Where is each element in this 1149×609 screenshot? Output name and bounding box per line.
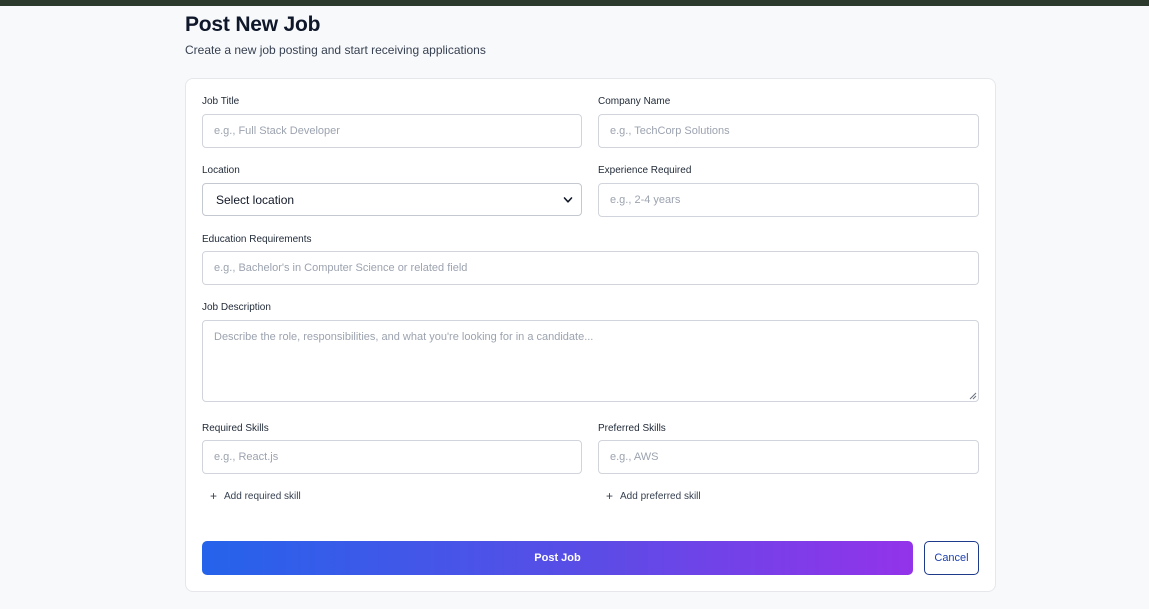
preferred-skills-label: Preferred Skills: [598, 423, 666, 434]
required-skill-input[interactable]: [202, 440, 582, 474]
cancel-button[interactable]: Cancel: [924, 541, 979, 575]
job-title-label: Job Title: [202, 96, 240, 107]
location-label: Location: [202, 165, 240, 176]
resize-handle-icon[interactable]: [969, 392, 977, 400]
chevron-down-icon: [563, 196, 573, 203]
job-title-input[interactable]: [202, 114, 582, 148]
description-textarea[interactable]: [202, 320, 979, 402]
top-bar: [0, 0, 1149, 6]
add-preferred-skill-label: Add preferred skill: [620, 490, 701, 502]
education-label: Education Requirements: [202, 234, 312, 245]
company-name-label: Company Name: [598, 96, 671, 107]
preferred-skill-input[interactable]: [598, 440, 979, 474]
add-preferred-skill-button[interactable]: + Add preferred skill: [606, 490, 701, 502]
company-name-input[interactable]: [598, 114, 979, 148]
location-select[interactable]: Select location: [202, 183, 582, 216]
education-input[interactable]: [202, 251, 979, 285]
add-required-skill-label: Add required skill: [224, 490, 301, 502]
page-subtitle: Create a new job posting and start recei…: [185, 43, 486, 57]
plus-icon: +: [606, 489, 614, 503]
required-skills-label: Required Skills: [202, 423, 269, 434]
description-label: Job Description: [202, 302, 271, 313]
page-title: Post New Job: [185, 13, 321, 36]
post-job-button[interactable]: Post Job: [202, 541, 913, 575]
plus-icon: +: [210, 489, 218, 503]
experience-label: Experience Required: [598, 165, 692, 176]
add-required-skill-button[interactable]: + Add required skill: [210, 490, 301, 502]
location-selected-value: Select location: [216, 192, 295, 207]
experience-input[interactable]: [598, 183, 979, 217]
